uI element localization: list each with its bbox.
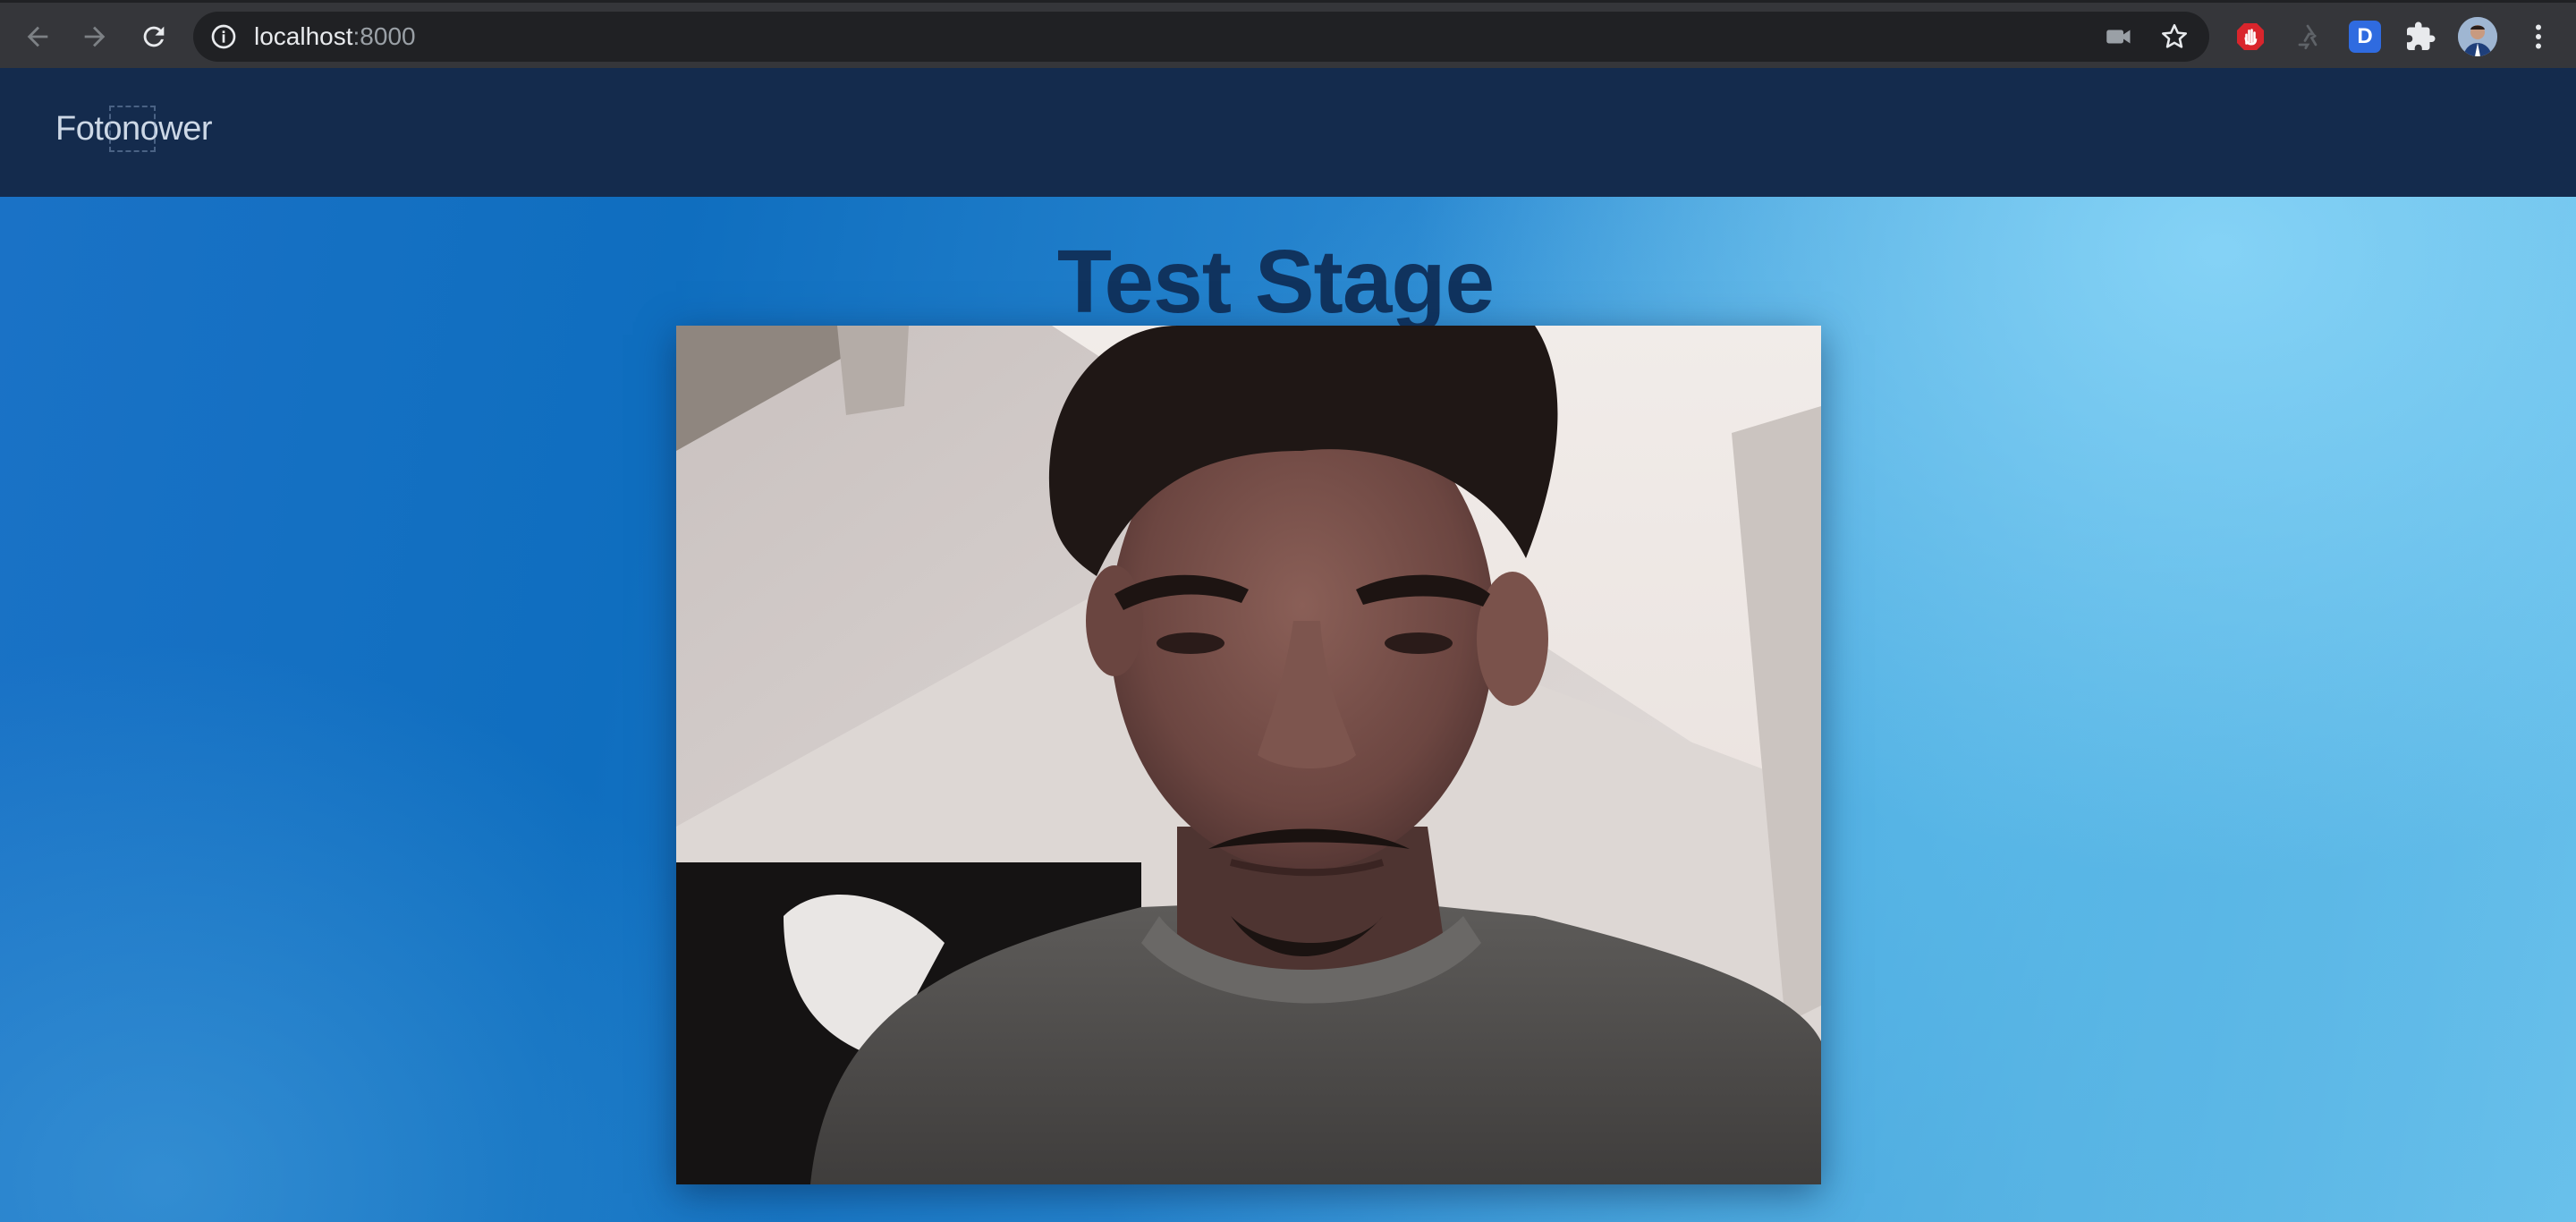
browser-toolbar: localhost:8000 D (0, 0, 2576, 68)
fotonower-logo[interactable]: Fotonower (55, 102, 213, 156)
d-extension-button[interactable]: D (2349, 21, 2381, 53)
extensions-button[interactable] (2402, 19, 2438, 55)
recycle-extension-button[interactable] (2290, 19, 2326, 55)
browser-menu-button[interactable] (2521, 19, 2556, 55)
site-header: Fotonower (0, 68, 2576, 197)
video-camera-icon[interactable] (2106, 24, 2132, 49)
arrow-right-icon (84, 26, 106, 47)
avatar-image (2458, 17, 2497, 56)
logo-frame-icon (109, 106, 156, 152)
kebab-menu-icon (2536, 24, 2541, 49)
back-button[interactable] (16, 15, 59, 58)
star-icon[interactable] (2159, 21, 2190, 52)
hand-stop-icon (2237, 23, 2264, 50)
page-title: Test Stage (1056, 232, 1495, 332)
adblock-extension-button[interactable] (2233, 19, 2268, 55)
browser-window: localhost:8000 D Fotonower Test Stage (0, 0, 2576, 1222)
recycle-icon (2298, 24, 2318, 50)
url-port: :8000 (352, 22, 416, 50)
reload-icon (143, 26, 165, 47)
info-icon[interactable] (209, 22, 238, 51)
arrow-left-icon (27, 26, 48, 47)
forward-button[interactable] (73, 15, 116, 58)
webcam-video[interactable] (676, 326, 1821, 1184)
url-text[interactable]: localhost:8000 (254, 23, 416, 50)
url-host: localhost (254, 22, 353, 50)
reload-button[interactable] (132, 15, 175, 58)
profile-avatar[interactable] (2458, 17, 2497, 56)
puzzle-icon (2407, 21, 2436, 50)
webcam-feed-image (676, 326, 1821, 1184)
address-bar[interactable]: localhost:8000 (193, 12, 2209, 62)
stage-area: Test Stage (0, 197, 2576, 1222)
